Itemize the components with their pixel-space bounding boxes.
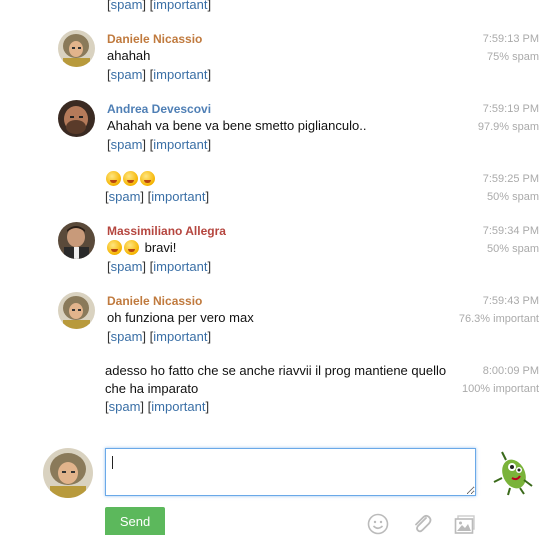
author-name: Daniele Nicassio: [107, 32, 203, 46]
classification-score: 76.3% important: [458, 313, 539, 325]
avatar: [58, 222, 95, 259]
message-time: 7:59:34 PM: [482, 225, 539, 237]
message-text: ahahah: [107, 48, 151, 63]
avatar: [58, 100, 95, 137]
tongue-wink-emoji: [106, 171, 121, 186]
spam-link[interactable]: spam: [109, 399, 141, 414]
my-avatar: [43, 448, 93, 498]
tongue-wink-emoji: [123, 171, 138, 186]
message-text: oh funziona per vero max: [107, 310, 254, 325]
composer: Send: [0, 440, 558, 535]
author-name: Andrea Devescovi: [107, 102, 212, 116]
message-text: Ahahah va bene va bene smetto pigliancul…: [107, 118, 367, 133]
important-link[interactable]: important: [153, 329, 207, 344]
classification-score: 75% spam: [487, 51, 539, 63]
avatar: [58, 292, 95, 329]
message-actions: [spam] [important]: [105, 399, 210, 414]
message-time: 8:00:09 PM: [482, 365, 539, 377]
spam-link[interactable]: spam: [111, 259, 143, 274]
message-time: 7:59:19 PM: [482, 103, 539, 115]
paperclip-icon[interactable]: [411, 513, 433, 535]
message-time: 7:59:43 PM: [482, 295, 539, 307]
message-actions: [spam] [important]: [107, 67, 212, 82]
classification-score: 100% important: [461, 383, 539, 395]
image-icon[interactable]: [454, 513, 476, 535]
important-link[interactable]: important: [151, 399, 205, 414]
message-actions: [spam] [important]: [107, 137, 212, 152]
important-link[interactable]: important: [153, 137, 207, 152]
spam-link[interactable]: spam: [111, 329, 143, 344]
message-actions: [spam] [important]: [107, 329, 212, 344]
avatar: [58, 30, 95, 67]
author-name: Massimiliano Allegra: [107, 224, 226, 238]
chat-log: [spam] [important] Daniele Nicassio ahah…: [0, 0, 558, 440]
scroll-fade: [0, 432, 558, 440]
smiley-icon[interactable]: [367, 513, 389, 535]
spam-link[interactable]: spam: [111, 137, 143, 152]
message-actions: [spam] [important]: [107, 0, 211, 12]
message-input[interactable]: [105, 448, 476, 496]
message-text-line: adesso ho fatto che se anche riavvii il …: [105, 363, 447, 378]
tongue-wink-emoji: [140, 171, 155, 186]
wink-emoji: [107, 240, 122, 255]
bot-mascot-icon: [488, 448, 538, 496]
message-time: 7:59:13 PM: [482, 33, 539, 45]
important-link[interactable]: important: [153, 0, 207, 12]
important-link[interactable]: important: [151, 189, 205, 204]
message-time: 7:59:25 PM: [482, 173, 539, 185]
wink-emoji: [124, 240, 139, 255]
message-actions: [spam] [important]: [107, 259, 212, 274]
spam-link[interactable]: spam: [109, 189, 141, 204]
spam-link[interactable]: spam: [111, 67, 143, 82]
classification-score: 50% spam: [487, 243, 539, 255]
message-actions: [spam] [important]: [105, 189, 210, 204]
classification-score: 97.9% spam: [477, 121, 539, 133]
author-name: Daniele Nicassio: [107, 294, 203, 308]
message-text: bravi!: [107, 239, 176, 257]
message-text-line: che ha imparato: [105, 381, 199, 396]
send-button[interactable]: Send: [105, 507, 165, 535]
spam-link[interactable]: spam: [111, 0, 143, 12]
text-caret: [112, 456, 113, 469]
important-link[interactable]: important: [153, 67, 207, 82]
important-link[interactable]: important: [153, 259, 207, 274]
classification-score: 50% spam: [487, 191, 539, 203]
message-text: [106, 170, 157, 188]
